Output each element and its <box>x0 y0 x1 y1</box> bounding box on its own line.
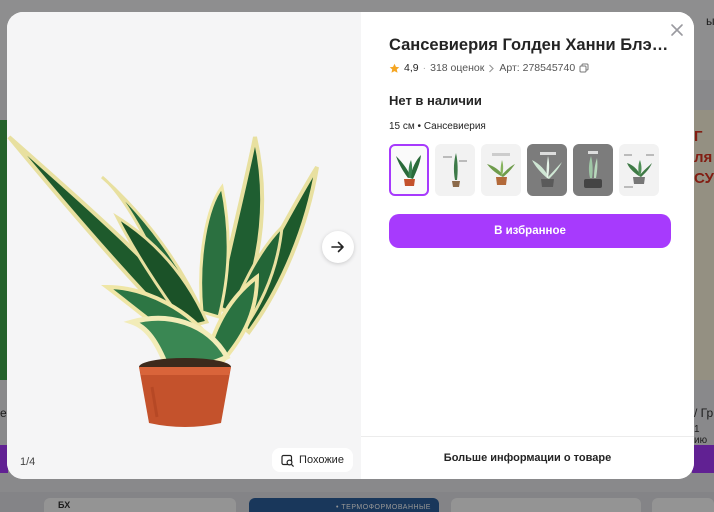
similar-products-label: Похожие <box>299 454 344 466</box>
variant-thumbnail[interactable] <box>435 144 475 196</box>
variant-thumbnail[interactable] <box>481 144 521 196</box>
product-gallery: 1/4 Похожие <box>7 12 361 479</box>
variant-thumbnail[interactable] <box>573 144 613 196</box>
image-search-icon <box>281 454 294 467</box>
meta-separator: · <box>422 62 427 74</box>
next-image-button[interactable] <box>322 231 354 263</box>
variant-thumbnails <box>389 144 659 196</box>
product-info-panel: Сансевиерия Голден Ханни Блэк ... 4,9 · … <box>361 12 694 479</box>
rating-value: 4,9 <box>404 62 419 74</box>
reviews-link[interactable]: 318 оценок <box>430 62 484 74</box>
article-number: Арт: 278545740 <box>499 62 576 74</box>
thumbnail-image <box>443 153 467 187</box>
product-image <box>7 135 319 427</box>
arrow-right-icon <box>331 241 344 253</box>
add-to-favorites-button[interactable]: В избранное <box>389 214 671 248</box>
availability-status: Нет в наличии <box>389 93 482 108</box>
variant-thumbnail[interactable] <box>527 144 567 196</box>
thumbnail-image <box>487 153 515 185</box>
chevron-right-icon <box>489 64 495 72</box>
star-icon <box>389 63 400 73</box>
variant-label: 15 см • Сансевиерия <box>389 121 486 132</box>
product-quickview-modal: 1/4 Похожие Сансевиерия Голден Ханни Блэ… <box>7 12 694 479</box>
thumbnail-image <box>584 151 602 188</box>
copy-icon[interactable] <box>579 63 589 73</box>
product-meta: 4,9 · 318 оценок Арт: 278545740 <box>389 62 589 74</box>
image-counter: 1/4 <box>20 456 36 468</box>
thumbnail-image <box>532 152 562 187</box>
product-title[interactable]: Сансевиерия Голден Ханни Блэк ... <box>389 36 674 55</box>
variant-thumbnail[interactable] <box>619 144 659 196</box>
variant-thumbnail[interactable] <box>389 144 429 196</box>
more-product-info-link[interactable]: Больше информации о товаре <box>361 436 694 479</box>
thumbnail-image <box>396 155 421 186</box>
similar-products-button[interactable]: Похожие <box>272 448 353 472</box>
thumbnail-image <box>624 154 654 188</box>
